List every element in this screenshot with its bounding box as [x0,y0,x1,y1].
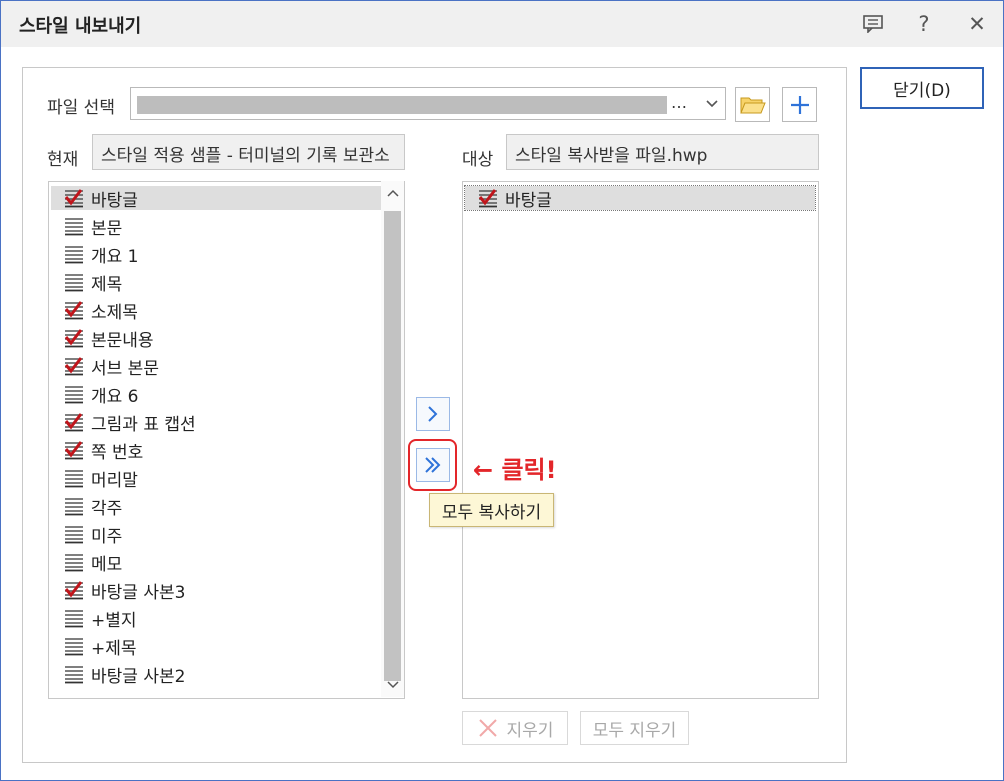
chevron-right-icon [428,406,438,422]
window-close-button[interactable]: ✕ [962,9,992,39]
list-item-label: 바탕글 사본2 [91,666,186,687]
paragraph-style-icon [63,216,85,236]
paragraph-style-icon [63,244,85,264]
plus-icon [790,95,809,114]
title-bar: 스타일 내보내기 ? ✕ [1,1,1003,47]
list-item-label: +별지 [91,610,137,631]
checked-style-icon [63,300,85,320]
file-select-combo[interactable]: … [130,87,726,120]
list-item[interactable]: 미주 [63,522,123,547]
chevron-down-icon[interactable] [705,92,719,118]
paragraph-style-icon [63,468,85,488]
paragraph-style-icon [63,636,85,656]
highlight-box [408,439,457,491]
list-item[interactable]: 바탕글 [464,185,816,211]
delete-button[interactable]: 지우기 [462,711,568,745]
list-item[interactable]: +별지 [63,606,137,631]
checked-style-icon [63,412,85,432]
list-item-label: 그림과 표 캡션 [91,414,196,435]
list-item-label: 소제목 [91,302,138,323]
paragraph-style-icon [63,524,85,544]
copy-all-tooltip: 모두 복사하기 [429,493,554,527]
checked-style-icon [63,440,85,460]
list-item[interactable]: +제목 [63,634,137,659]
list-item-label: 개요 1 [91,246,139,267]
add-file-button[interactable] [782,87,817,122]
paragraph-style-icon [63,552,85,572]
list-item[interactable]: 서브 본문 [63,354,159,379]
list-item-label: 본문 [91,218,123,239]
list-item-label: 제목 [91,274,123,295]
paragraph-style-icon [63,496,85,516]
list-item-label: 개요 6 [91,386,139,407]
comment-icon[interactable] [858,9,888,39]
target-file-field: 스타일 복사받을 파일.hwp [506,134,819,170]
target-style-list[interactable]: 바탕글 [462,181,819,699]
target-label: 대상 [462,150,494,170]
delete-button-label: 지우기 [506,720,554,741]
path-ellipsis: … [671,93,687,112]
file-select-label: 파일 선택 [47,98,115,118]
checked-style-icon [63,356,85,376]
checked-style-icon [63,188,85,208]
list-item-label: 바탕글 [91,190,138,211]
redacted-path [137,96,667,114]
click-annotation: ← 클릭! [473,456,557,484]
paragraph-style-icon [63,272,85,292]
checked-style-icon [63,328,85,348]
list-item[interactable]: 바탕글 [51,186,391,211]
list-item-label: 머리말 [91,470,138,491]
list-item[interactable]: 본문 [63,214,123,239]
checked-style-icon [63,580,85,600]
list-item[interactable]: 각주 [63,494,123,519]
source-style-list[interactable]: 바탕글본문개요 1 제목소제목본문내용서브 본문개요 6 그림과 표 캡션쪽 번호머… [48,181,405,699]
paragraph-style-icon [63,664,85,684]
scroll-down-icon[interactable] [381,673,404,697]
list-item[interactable]: 머리말 [63,466,138,491]
paragraph-style-icon [63,384,85,404]
list-item[interactable]: 그림과 표 캡션 [63,410,196,435]
list-item[interactable]: 개요 1 [63,242,139,267]
list-item-label: 바탕글 사본3 [91,582,186,603]
list-item[interactable]: 메모 [63,550,123,575]
list-item[interactable]: 본문내용 [63,326,154,351]
list-item-label: 미주 [91,526,123,547]
window-title: 스타일 내보내기 [19,16,142,37]
paragraph-style-icon [63,608,85,628]
list-item[interactable]: 제목 [63,270,123,295]
list-item-label: 서브 본문 [91,358,159,379]
list-item[interactable]: 바탕글 사본3 [63,578,186,603]
list-item-label: 각주 [91,498,123,519]
folder-icon [739,97,766,113]
list-item-label: 메모 [91,554,123,575]
scroll-thumb[interactable] [384,211,401,681]
list-item-label: 쪽 번호 [91,442,144,463]
open-folder-button[interactable] [735,87,770,122]
list-item[interactable]: 쪽 번호 [63,438,144,463]
close-dialog-button[interactable]: 닫기(D) [860,67,984,109]
list-item-label: 본문내용 [91,330,154,351]
copy-one-button[interactable] [416,397,450,431]
list-item[interactable]: 바탕글 사본2 [63,662,186,687]
help-button[interactable]: ? [909,9,939,39]
list-item-label: 바탕글 [505,190,552,211]
list-item[interactable]: 소제목 [63,298,138,323]
source-list-scrollbar[interactable] [381,181,404,697]
checked-style-icon [477,188,499,208]
list-item-label: +제목 [91,638,137,659]
list-item[interactable]: 개요 6 [63,382,139,407]
current-label: 현재 [47,150,79,170]
scroll-up-icon[interactable] [381,181,404,205]
current-file-field: 스타일 적용 샘플 - 터미널의 기록 보관소 [92,134,405,170]
delete-all-button[interactable]: 모두 지우기 [580,711,689,745]
x-icon [478,719,497,737]
dialog-window: 스타일 내보내기 ? ✕ 닫기(D) 파일 선택 … 현재 스타일 적용 샘플 … [0,0,1004,781]
